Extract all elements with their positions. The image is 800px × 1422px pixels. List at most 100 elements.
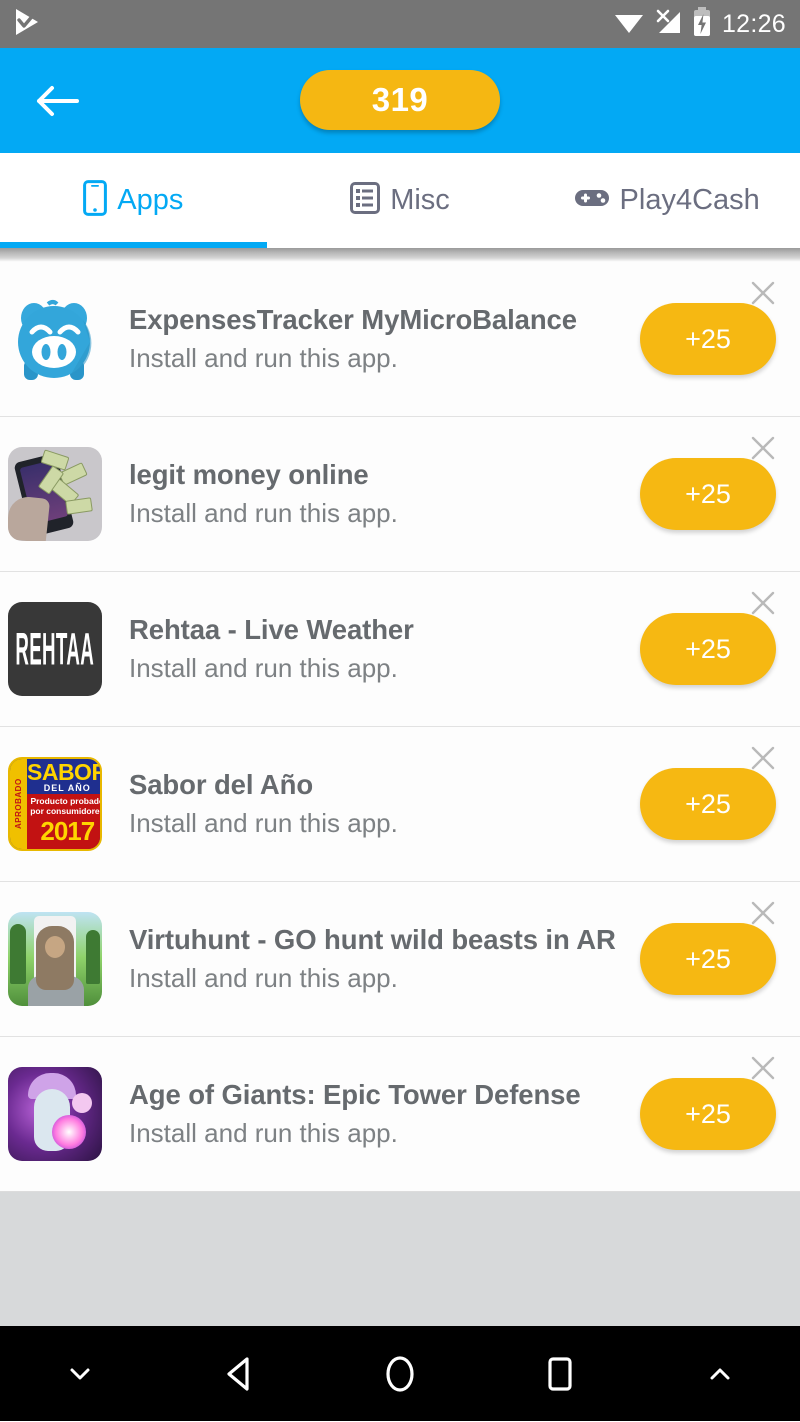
offer-subtitle: Install and run this app.: [129, 498, 398, 528]
offer-subtitle: Install and run this app.: [129, 1118, 398, 1148]
app-bar: 319: [0, 48, 800, 153]
chevron-up-icon[interactable]: [640, 1364, 800, 1384]
piggy-bank-icon: [8, 292, 102, 386]
offer-text: legit money online Install and run this …: [102, 459, 640, 529]
offer-reward-value: +25: [685, 633, 731, 664]
app-screen: 12:26 319 Apps Misc Play4Cash ExpensesTr…: [0, 0, 800, 1422]
tab-bar: Apps Misc Play4Cash: [0, 153, 800, 248]
wifi-icon: [614, 9, 644, 40]
tab-misc[interactable]: Misc: [267, 153, 534, 248]
offer-subtitle: Install and run this app.: [129, 343, 398, 373]
offer-row[interactable]: REHTAA Rehtaa - Live Weather Install and…: [0, 572, 800, 727]
signal-no-service-icon: [655, 9, 682, 40]
offer-text: ExpensesTracker MyMicroBalance Install a…: [102, 304, 640, 374]
offer-icon: [8, 912, 102, 1006]
offer-icon: [8, 447, 102, 541]
sabor-del-ano-icon: APROBADO SABOR DEL AÑO Producto probado …: [8, 757, 102, 851]
list-document-icon: [350, 182, 381, 219]
offer-reward-button[interactable]: +25: [640, 303, 776, 375]
close-icon: [751, 901, 775, 925]
recents-square-icon[interactable]: [480, 1353, 640, 1395]
offer-close-button[interactable]: [746, 896, 780, 930]
offer-icon: [8, 1067, 102, 1161]
sabor-claim-text: Producto probado por consumidores: [27, 794, 100, 818]
chevron-down-icon[interactable]: [0, 1364, 160, 1384]
offer-row[interactable]: APROBADO SABOR DEL AÑO Producto probado …: [0, 727, 800, 882]
active-tab-indicator: [0, 242, 267, 248]
offer-subtitle: Install and run this app.: [129, 653, 398, 683]
battery-charging-icon: [693, 6, 711, 42]
tab-apps-label: Apps: [117, 184, 184, 216]
close-icon: [751, 281, 775, 305]
offer-icon: [8, 292, 102, 386]
offer-text: Sabor del Año Install and run this app.: [102, 769, 640, 839]
offer-reward-value: +25: [685, 323, 731, 354]
status-bar-right: 12:26: [614, 6, 786, 42]
coin-balance-button[interactable]: 319: [300, 70, 500, 130]
tab-bar-shadow: [0, 248, 800, 262]
sabor-title-text: SABOR: [27, 759, 102, 785]
offer-close-button[interactable]: [746, 276, 780, 310]
offer-title: Virtuhunt - GO hunt wild beasts in AR: [129, 924, 616, 955]
money-phone-icon: [8, 447, 102, 541]
empty-area: [0, 1192, 800, 1326]
rehtaa-logo-icon: REHTAA: [8, 602, 102, 696]
offer-close-button[interactable]: [746, 586, 780, 620]
close-icon: [751, 746, 775, 770]
offer-subtitle: Install and run this app.: [129, 808, 398, 838]
offer-reward-button[interactable]: +25: [640, 458, 776, 530]
offer-icon: APROBADO SABOR DEL AÑO Producto probado …: [8, 757, 102, 851]
offer-title: legit money online: [129, 459, 369, 490]
offer-close-button[interactable]: [746, 741, 780, 775]
offer-close-button[interactable]: [746, 1051, 780, 1085]
close-icon: [751, 1056, 775, 1080]
virtuhunt-icon: [8, 912, 102, 1006]
gamepad-icon: [574, 186, 610, 215]
offer-reward-value: +25: [685, 943, 731, 974]
offer-row[interactable]: Virtuhunt - GO hunt wild beasts in AR In…: [0, 882, 800, 1037]
offer-row[interactable]: Age of Giants: Epic Tower Defense Instal…: [0, 1037, 800, 1192]
play-check-icon: [14, 7, 40, 42]
sabor-subtitle-text: DEL AÑO: [43, 783, 91, 793]
offer-close-button[interactable]: [746, 431, 780, 465]
close-icon: [751, 591, 775, 615]
back-arrow-icon: [37, 85, 79, 116]
offer-reward-value: +25: [685, 478, 731, 509]
offer-title: Sabor del Año: [129, 769, 314, 800]
status-bar-left: [14, 7, 40, 42]
coin-balance-value: 319: [371, 81, 429, 118]
tab-play4cash-label: Play4Cash: [619, 184, 760, 216]
offer-list: ExpensesTracker MyMicroBalance Install a…: [0, 262, 800, 1192]
offer-row[interactable]: legit money online Install and run this …: [0, 417, 800, 572]
offer-reward-value: +25: [685, 1098, 731, 1129]
offer-reward-button[interactable]: +25: [640, 1078, 776, 1150]
offer-text: Rehtaa - Live Weather Install and run th…: [102, 614, 640, 684]
system-nav-bar: [0, 1326, 800, 1421]
offer-text: Age of Giants: Epic Tower Defense Instal…: [102, 1079, 640, 1149]
sabor-year-text: 2017: [40, 816, 95, 846]
status-bar: 12:26: [0, 0, 800, 48]
offer-title: Age of Giants: Epic Tower Defense: [129, 1079, 581, 1110]
home-circle-icon[interactable]: [320, 1353, 480, 1395]
offer-text: Virtuhunt - GO hunt wild beasts in AR In…: [102, 924, 640, 994]
offer-reward-button[interactable]: +25: [640, 768, 776, 840]
offer-icon: REHTAA: [8, 602, 102, 696]
offer-reward-value: +25: [685, 788, 731, 819]
offer-reward-button[interactable]: +25: [640, 923, 776, 995]
rehtaa-logo-text: REHTAA: [15, 621, 95, 675]
tab-play4cash[interactable]: Play4Cash: [533, 153, 800, 248]
back-triangle-icon[interactable]: [160, 1355, 320, 1393]
offer-row[interactable]: ExpensesTracker MyMicroBalance Install a…: [0, 262, 800, 417]
offer-title: ExpensesTracker MyMicroBalance: [129, 304, 577, 335]
age-of-giants-icon: [8, 1067, 102, 1161]
offer-title: Rehtaa - Live Weather: [129, 614, 414, 645]
status-bar-clock: 12:26: [721, 9, 786, 38]
offer-subtitle: Install and run this app.: [129, 963, 398, 993]
phone-icon: [83, 180, 108, 221]
tab-misc-label: Misc: [390, 184, 450, 216]
offer-reward-button[interactable]: +25: [640, 613, 776, 685]
close-icon: [751, 436, 775, 460]
back-button[interactable]: [22, 66, 92, 136]
sabor-aprobado-text: APROBADO: [10, 759, 27, 849]
tab-apps[interactable]: Apps: [0, 153, 267, 248]
